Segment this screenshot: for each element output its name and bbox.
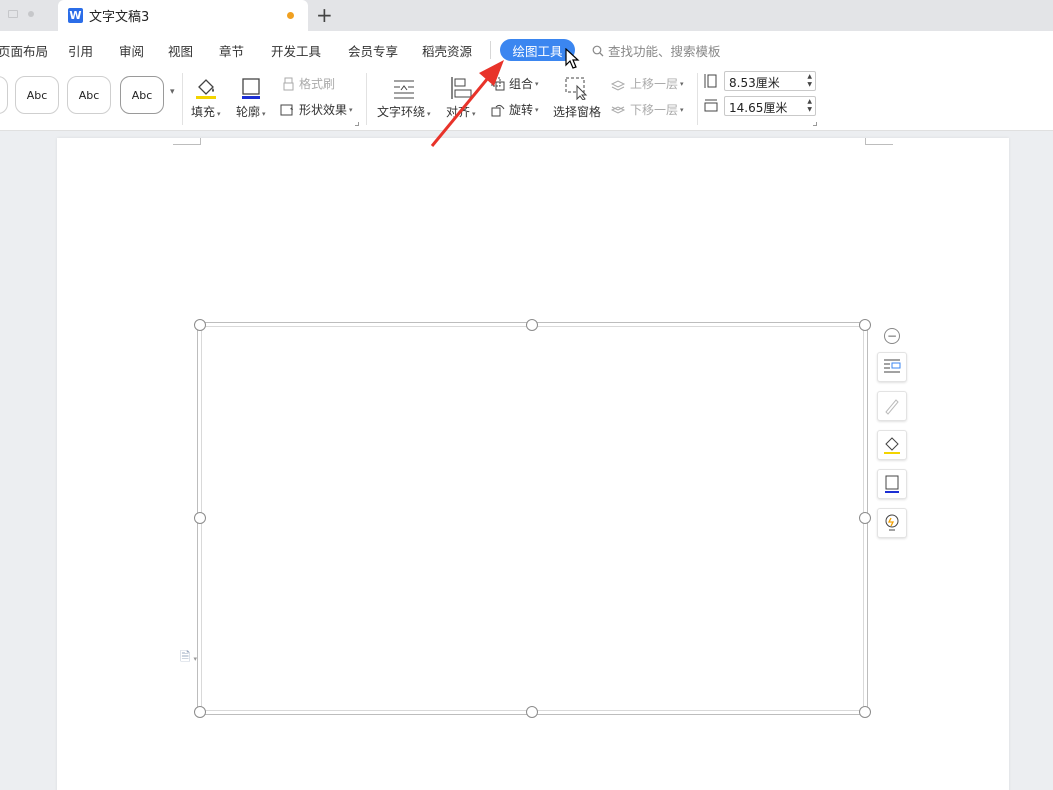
shape-effects-icon [280,104,293,115]
selection-pane-button[interactable]: 选择窗格 [553,74,601,120]
style-gallery-more[interactable]: ▾ [170,87,175,97]
ribbon-divider [182,73,183,125]
size-dialog-launcher-icon[interactable] [813,122,817,126]
ribbon-divider [366,73,367,125]
selection-pane-icon [565,77,588,100]
width-icon [704,99,718,112]
menu-bar: 页面布局 引用 审阅 视图 章节 开发工具 会员专享 稻壳资源 绘图工具 查找功… [0,31,1053,67]
shape-style-1[interactable]: Abc [15,76,59,114]
frame-icon [885,475,899,493]
send-backward-icon [611,105,626,114]
shape-fill-button[interactable] [877,430,907,460]
menu-review[interactable]: 审阅 [119,41,144,60]
fill-button[interactable]: 填充 ▾ [191,74,221,120]
resize-handle-bottom-left[interactable] [194,706,206,718]
crop-mark-right [865,138,893,145]
menu-developer[interactable]: 开发工具 [271,41,321,60]
width-spinner[interactable]: ▲ ▼ [807,98,812,114]
shape-width-input[interactable]: 14.65厘米 ▲ ▼ [724,96,816,116]
format-painter-button[interactable]: 格式刷 [282,75,335,92]
document-title: 文字文稿3 [89,10,150,25]
paint-bucket-icon [884,437,900,454]
fill-label: 填充 [191,105,216,119]
resize-handle-top-right[interactable] [859,319,871,331]
resize-handle-top-left[interactable] [194,319,206,331]
outline-button[interactable]: 轮廓 ▾ [236,74,266,120]
shape-style-button[interactable] [877,391,907,421]
send-backward-label: 下移一层 [630,103,679,117]
window-controls [8,10,34,18]
new-tab-button[interactable]: + [316,4,333,26]
lightbulb-icon [885,514,899,531]
text-wrap-label: 文字环绕 [377,105,426,119]
shape-height-value: 8.53厘米 [729,76,780,90]
crop-mark-left [173,138,201,145]
collapse-icon[interactable]: − [884,328,900,344]
outline-label: 轮廓 [236,105,261,119]
bring-forward-icon [611,79,626,91]
format-painter-icon [283,77,294,90]
resize-handle-top[interactable] [526,319,538,331]
shape-width-value: 14.65厘米 [729,101,788,115]
shape-style-partial[interactable] [0,76,8,114]
selected-rectangle-shape[interactable] [197,322,868,715]
smart-ideas-button[interactable] [877,508,907,538]
red-arrow-annotation [430,60,504,147]
ribbon-divider [697,73,698,125]
shape-height-input[interactable]: 8.53厘米 ▲ ▼ [724,71,816,91]
title-tab-bar: W 文字文稿3 + [0,0,1053,31]
bring-forward-label: 上移一层 [630,77,679,91]
feature-search[interactable]: 查找功能、搜索模板 [592,41,721,60]
shape-style-3[interactable]: Abc [120,76,164,114]
pen-icon [885,399,899,415]
fill-icon [195,79,216,99]
document-tab[interactable]: W 文字文稿3 [58,0,308,31]
menu-section[interactable]: 章节 [219,41,244,60]
search-placeholder: 查找功能、搜索模板 [608,44,721,59]
shape-style-2[interactable]: Abc [67,76,111,114]
restore-icon[interactable] [8,10,18,18]
shape-outline-button[interactable] [877,469,907,499]
resize-handle-right[interactable] [859,512,871,524]
height-spinner[interactable]: ▲ ▼ [807,73,812,89]
pointer-cursor-icon [565,48,580,69]
shape-width-row: 14.65厘米 ▲ ▼ [704,96,816,116]
shape-effects-button[interactable]: 形状效果 ▾ [280,101,353,118]
layout-options-icon [884,359,901,373]
format-painter-label: 格式刷 [299,77,336,91]
outline-icon [241,78,260,99]
menu-page-layout[interactable]: 页面布局 [0,41,48,60]
paragraph-icon: 🗎 [180,650,191,665]
text-wrap-icon [393,80,414,99]
drawing-tools-ribbon: Abc Abc Abc ▾ 填充 ▾ 轮廓 ▾ 格式刷 形状效果 ▾ 文字环绕 ▾ 对齐… [0,67,1053,131]
resize-handle-bottom-right[interactable] [859,706,871,718]
selection-pane-label: 选择窗格 [553,105,602,119]
dot-icon [28,11,34,17]
menu-view[interactable]: 视图 [168,41,193,60]
paragraph-handle[interactable]: 🗎 ▾ [180,648,197,670]
dialog-launcher-icon[interactable] [355,122,359,126]
menu-references[interactable]: 引用 [68,41,93,60]
search-icon [592,45,604,56]
unsaved-indicator [287,12,294,19]
wps-writer-icon: W [68,8,83,23]
menu-member[interactable]: 会员专享 [348,41,398,60]
height-icon [704,74,717,88]
shape-height-row: 8.53厘米 ▲ ▼ [704,71,816,91]
bring-forward-button[interactable]: 上移一层 ▾ [611,75,684,92]
layout-options-button[interactable] [877,352,907,382]
send-backward-button[interactable]: 下移一层 ▾ [611,101,684,118]
resize-handle-bottom[interactable] [526,706,538,718]
shape-effects-label: 形状效果 [299,103,348,117]
shape-inner-border [201,326,864,711]
resize-handle-left[interactable] [194,512,206,524]
